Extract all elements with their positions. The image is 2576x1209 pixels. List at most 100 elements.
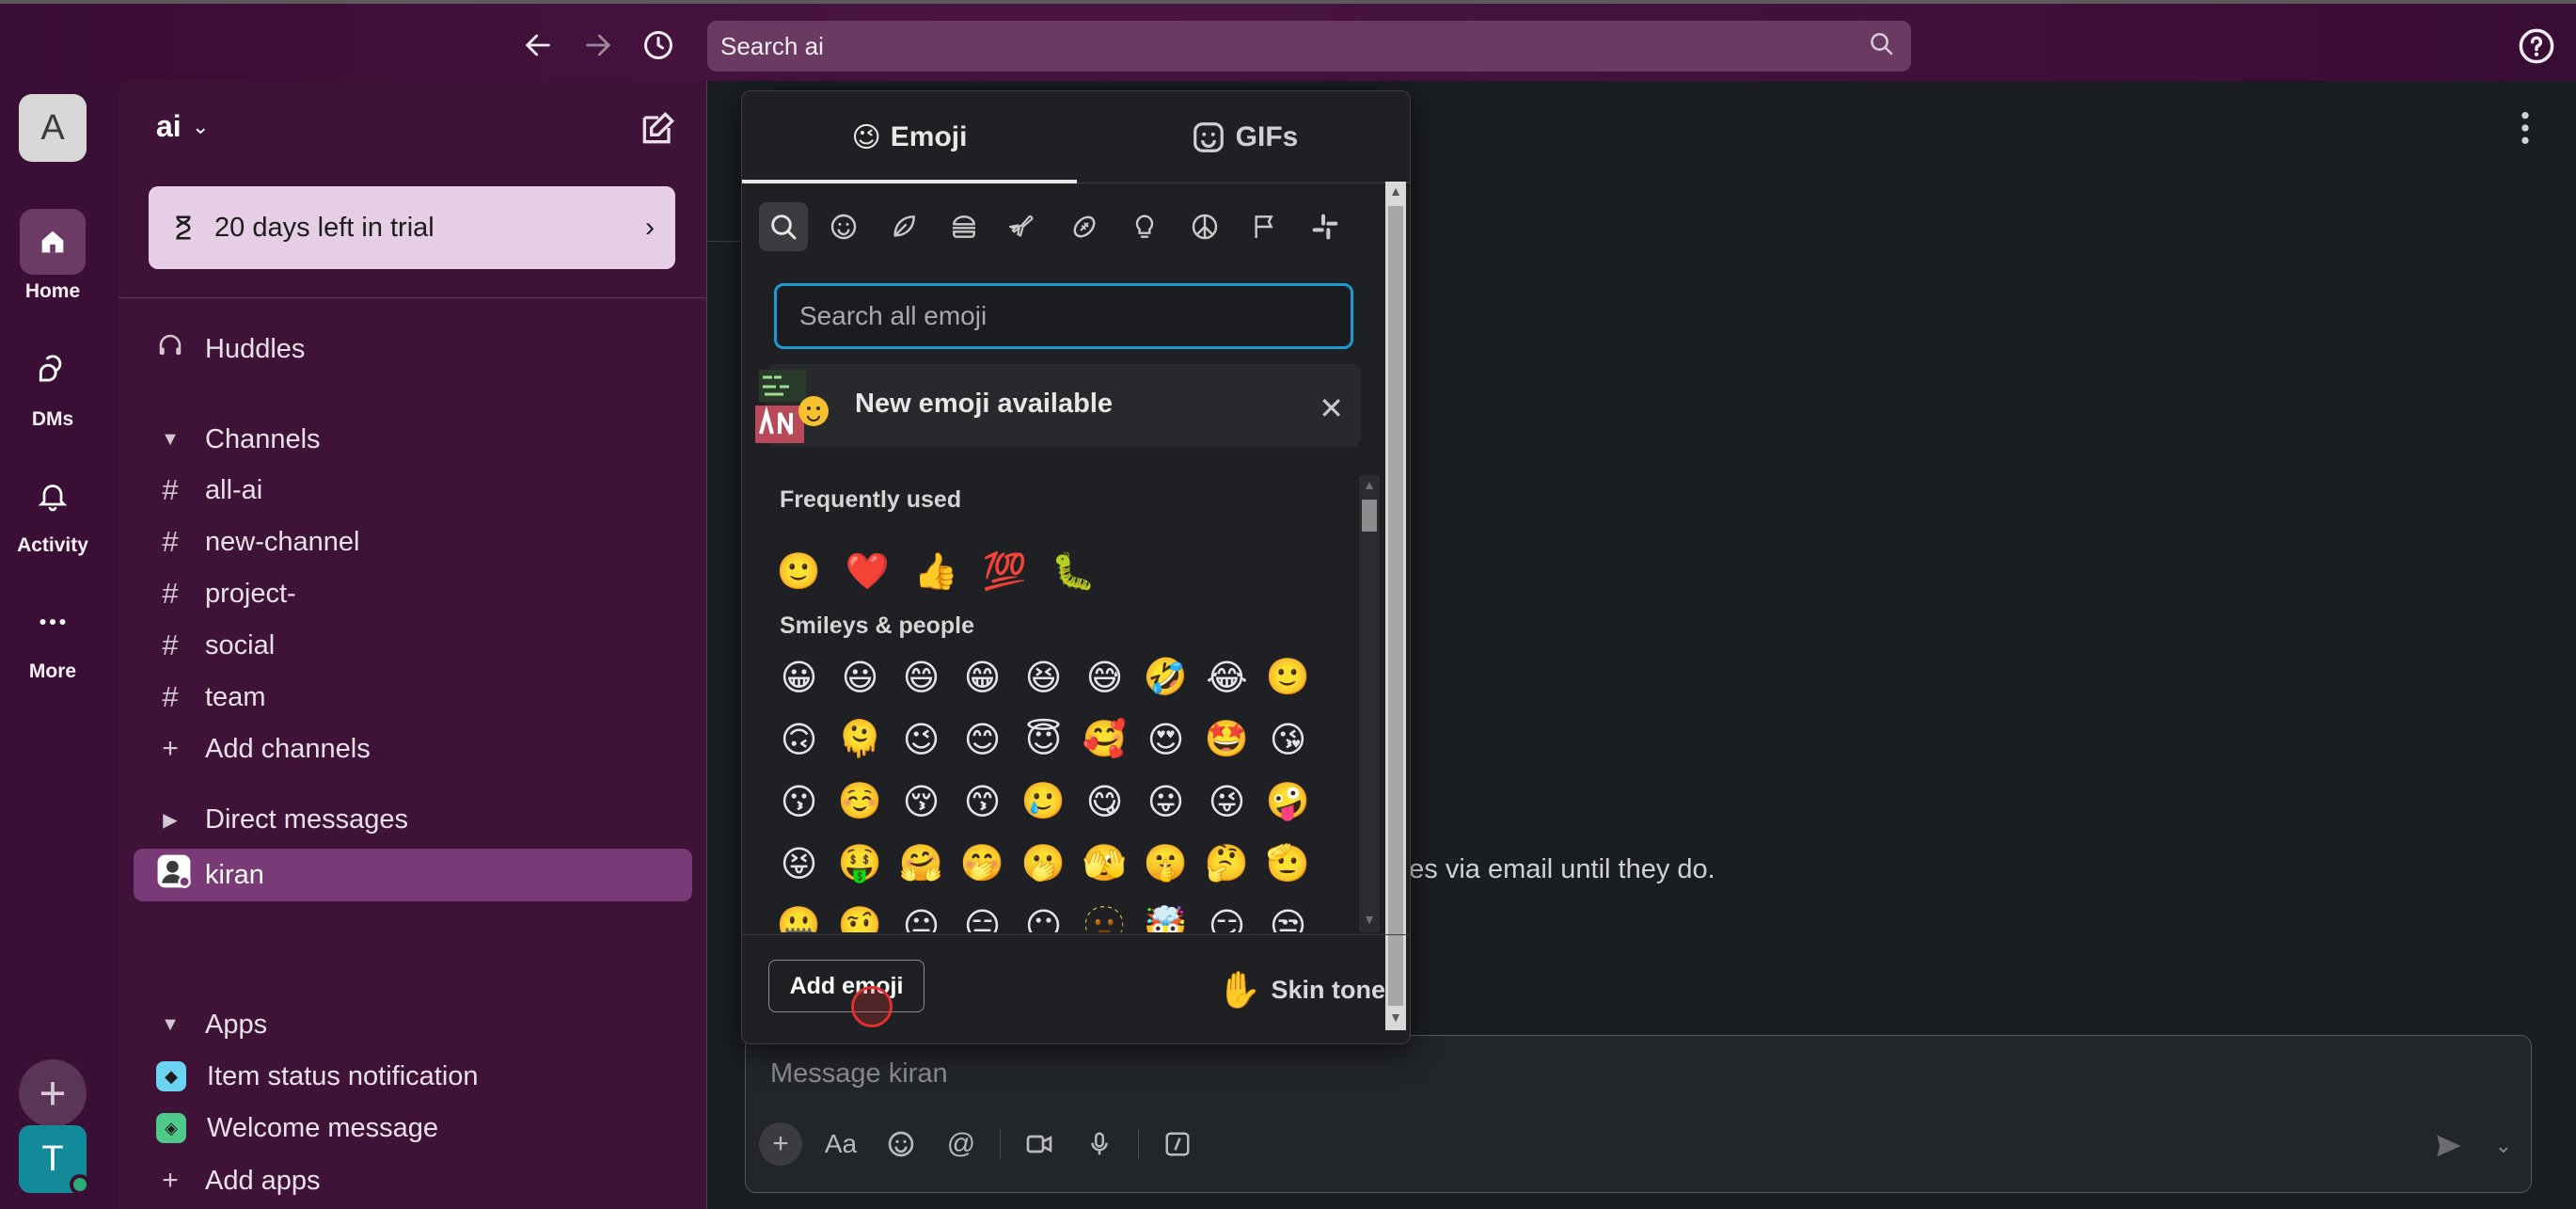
history-button[interactable] <box>638 24 679 66</box>
scrollbar-thumb[interactable] <box>1388 206 1403 1006</box>
sidebar-item-channel[interactable]: # new-channel <box>156 518 359 565</box>
emoji-button[interactable]: 😛 <box>1145 780 1187 822</box>
emoji-button[interactable]: 😄 <box>900 656 942 698</box>
emoji-button[interactable]: 🫠 <box>838 718 882 760</box>
emoji-button[interactable]: 😂 <box>1206 656 1248 698</box>
emoji-button[interactable]: 😒 <box>1267 904 1309 933</box>
emoji-button[interactable]: 😁 <box>961 656 1004 698</box>
emoji-button[interactable]: 💯 <box>983 550 1027 593</box>
emoji-button[interactable]: 🤣 <box>1144 656 1188 698</box>
rail-item-dms[interactable]: DMs <box>0 337 105 431</box>
scroll-up-icon[interactable]: ▲ <box>1359 477 1380 496</box>
emoji-button[interactable]: 🥲 <box>1021 780 1066 822</box>
emoji-button[interactable]: 🙂 <box>1266 656 1310 698</box>
emoji-button[interactable]: 😇 <box>1022 718 1065 760</box>
emoji-button[interactable]: 😀 <box>778 656 820 698</box>
emoji-button[interactable]: 😐 <box>900 904 942 933</box>
emoji-button[interactable]: 😘 <box>1267 718 1309 760</box>
emoji-button[interactable]: 🙂 <box>777 550 821 593</box>
chevron-down-icon[interactable]: ⌄ <box>192 115 209 139</box>
emoji-button[interactable]: 🫡 <box>1266 842 1310 884</box>
emoji-button[interactable]: 😚 <box>900 780 942 822</box>
dm-section-header[interactable]: ▶ Direct messages <box>156 796 408 843</box>
emoji-button[interactable]: ☺️ <box>838 780 882 822</box>
emoji-button[interactable]: 🤫 <box>1144 842 1188 884</box>
channels-section-header[interactable]: ▼ Channels <box>156 416 320 463</box>
emoji-button[interactable]: 😗 <box>778 780 820 822</box>
kebab-menu-icon[interactable] <box>2518 109 2533 147</box>
sidebar-item-channel[interactable]: # project- <box>156 570 295 617</box>
scroll-down-icon[interactable]: ▼ <box>1359 912 1380 931</box>
emoji-button[interactable]: 🤯 <box>1144 904 1188 932</box>
compose-icon[interactable] <box>638 107 679 149</box>
add-channels-button[interactable]: + Add channels <box>156 725 371 772</box>
emoji-button[interactable]: 🤔 <box>1205 842 1249 884</box>
slack-category-icon[interactable] <box>1301 202 1350 251</box>
sidebar-item-app[interactable]: ◈ Welcome message <box>156 1105 438 1152</box>
scrollbar-thumb[interactable] <box>1362 500 1377 532</box>
emoji-button[interactable]: 😏 <box>1206 904 1248 933</box>
emoji-button[interactable]: 😙 <box>961 780 1004 822</box>
sidebar-item-app[interactable]: ◆ Item status notification <box>156 1053 479 1100</box>
sidebar-item-channel[interactable]: # team <box>156 674 265 721</box>
formatting-icon[interactable]: Aa <box>819 1122 862 1166</box>
smiley-category-icon[interactable] <box>819 202 868 251</box>
picker-scrollbar[interactable]: ▲ ▼ <box>1385 182 1406 1030</box>
emoji-button[interactable]: 😃 <box>839 656 881 698</box>
emoji-button[interactable]: 🥰 <box>1083 718 1127 760</box>
emoji-button[interactable]: 🤭 <box>960 842 1004 884</box>
emoji-button[interactable]: 😅 <box>1083 656 1126 698</box>
message-composer[interactable]: Message kiran + Aa @ ⌄ <box>745 1035 2532 1193</box>
emoji-button[interactable]: 🤩 <box>1205 718 1249 760</box>
emoji-button[interactable]: 🐛 <box>1051 550 1096 593</box>
add-workspace-button[interactable]: + <box>19 1059 87 1127</box>
emoji-button[interactable]: 🫢 <box>1021 842 1066 884</box>
emoji-button[interactable]: 😶 <box>1022 904 1065 933</box>
shortcuts-icon[interactable] <box>1156 1122 1199 1166</box>
emoji-button[interactable]: 🤪 <box>1266 780 1310 822</box>
emoji-button[interactable]: 🤑 <box>838 842 882 884</box>
rail-item-activity[interactable]: Activity <box>0 463 105 557</box>
sidebar-item-channel[interactable]: # all-ai <box>156 467 262 514</box>
emoji-search-input[interactable]: Search all emoji <box>774 283 1353 349</box>
help-circle-icon[interactable] <box>2517 26 2556 66</box>
sidebar-item-huddles[interactable]: Huddles <box>156 326 305 373</box>
workspace-name[interactable]: ai <box>156 109 182 144</box>
forward-button[interactable] <box>577 24 619 66</box>
emoji-button[interactable]: 😑 <box>961 904 1004 933</box>
emoji-button[interactable]: 👍 <box>914 550 958 593</box>
emoji-button[interactable]: 😋 <box>1083 780 1126 822</box>
peace-category-icon[interactable] <box>1180 202 1229 251</box>
emoji-button[interactable]: ❤️ <box>845 550 890 593</box>
close-icon[interactable]: ✕ <box>1319 390 1344 426</box>
sidebar-item-dm-kiran[interactable]: kiran <box>134 849 692 901</box>
tab-gifs[interactable]: GIFs <box>1077 91 1410 183</box>
leaf-category-icon[interactable] <box>879 202 928 251</box>
emoji-button[interactable]: 🤐 <box>777 904 821 932</box>
skin-tone-button[interactable]: ✋ Skin tone <box>1217 969 1385 1011</box>
airplane-category-icon[interactable] <box>1000 202 1049 251</box>
emoji-button[interactable]: 😉 <box>900 718 942 760</box>
emoji-button[interactable]: 🤗 <box>899 842 943 884</box>
back-button[interactable] <box>517 24 559 66</box>
emoji-button[interactable]: 🙃 <box>778 718 820 760</box>
sidebar-item-channel[interactable]: # social <box>156 622 275 669</box>
microphone-icon[interactable] <box>1078 1122 1121 1166</box>
emoji-button[interactable]: 😊 <box>961 718 1004 760</box>
emoji-button[interactable]: 😆 <box>1022 656 1065 698</box>
emoji-button[interactable]: 😝 <box>778 842 820 884</box>
workspace-avatar[interactable]: A <box>19 94 87 162</box>
chevron-down-icon[interactable]: ⌄ <box>2495 1134 2512 1158</box>
burger-category-icon[interactable] <box>940 202 988 251</box>
plus-icon[interactable]: + <box>759 1122 802 1166</box>
search-bar[interactable]: Search ai <box>707 21 1911 72</box>
mention-icon[interactable]: @ <box>940 1122 983 1166</box>
send-icon[interactable] <box>2433 1130 2465 1162</box>
rail-item-home[interactable]: Home <box>0 209 105 303</box>
add-apps-button[interactable]: + Add apps <box>156 1157 320 1204</box>
emoji-icon[interactable] <box>879 1122 923 1166</box>
emoji-list-scrollbar[interactable]: ▲ ▼ <box>1359 475 1380 932</box>
tab-emoji[interactable]: 😉 Emoji <box>742 91 1077 183</box>
lightbulb-category-icon[interactable] <box>1120 202 1169 251</box>
emoji-button[interactable]: 🤨 <box>838 904 882 932</box>
